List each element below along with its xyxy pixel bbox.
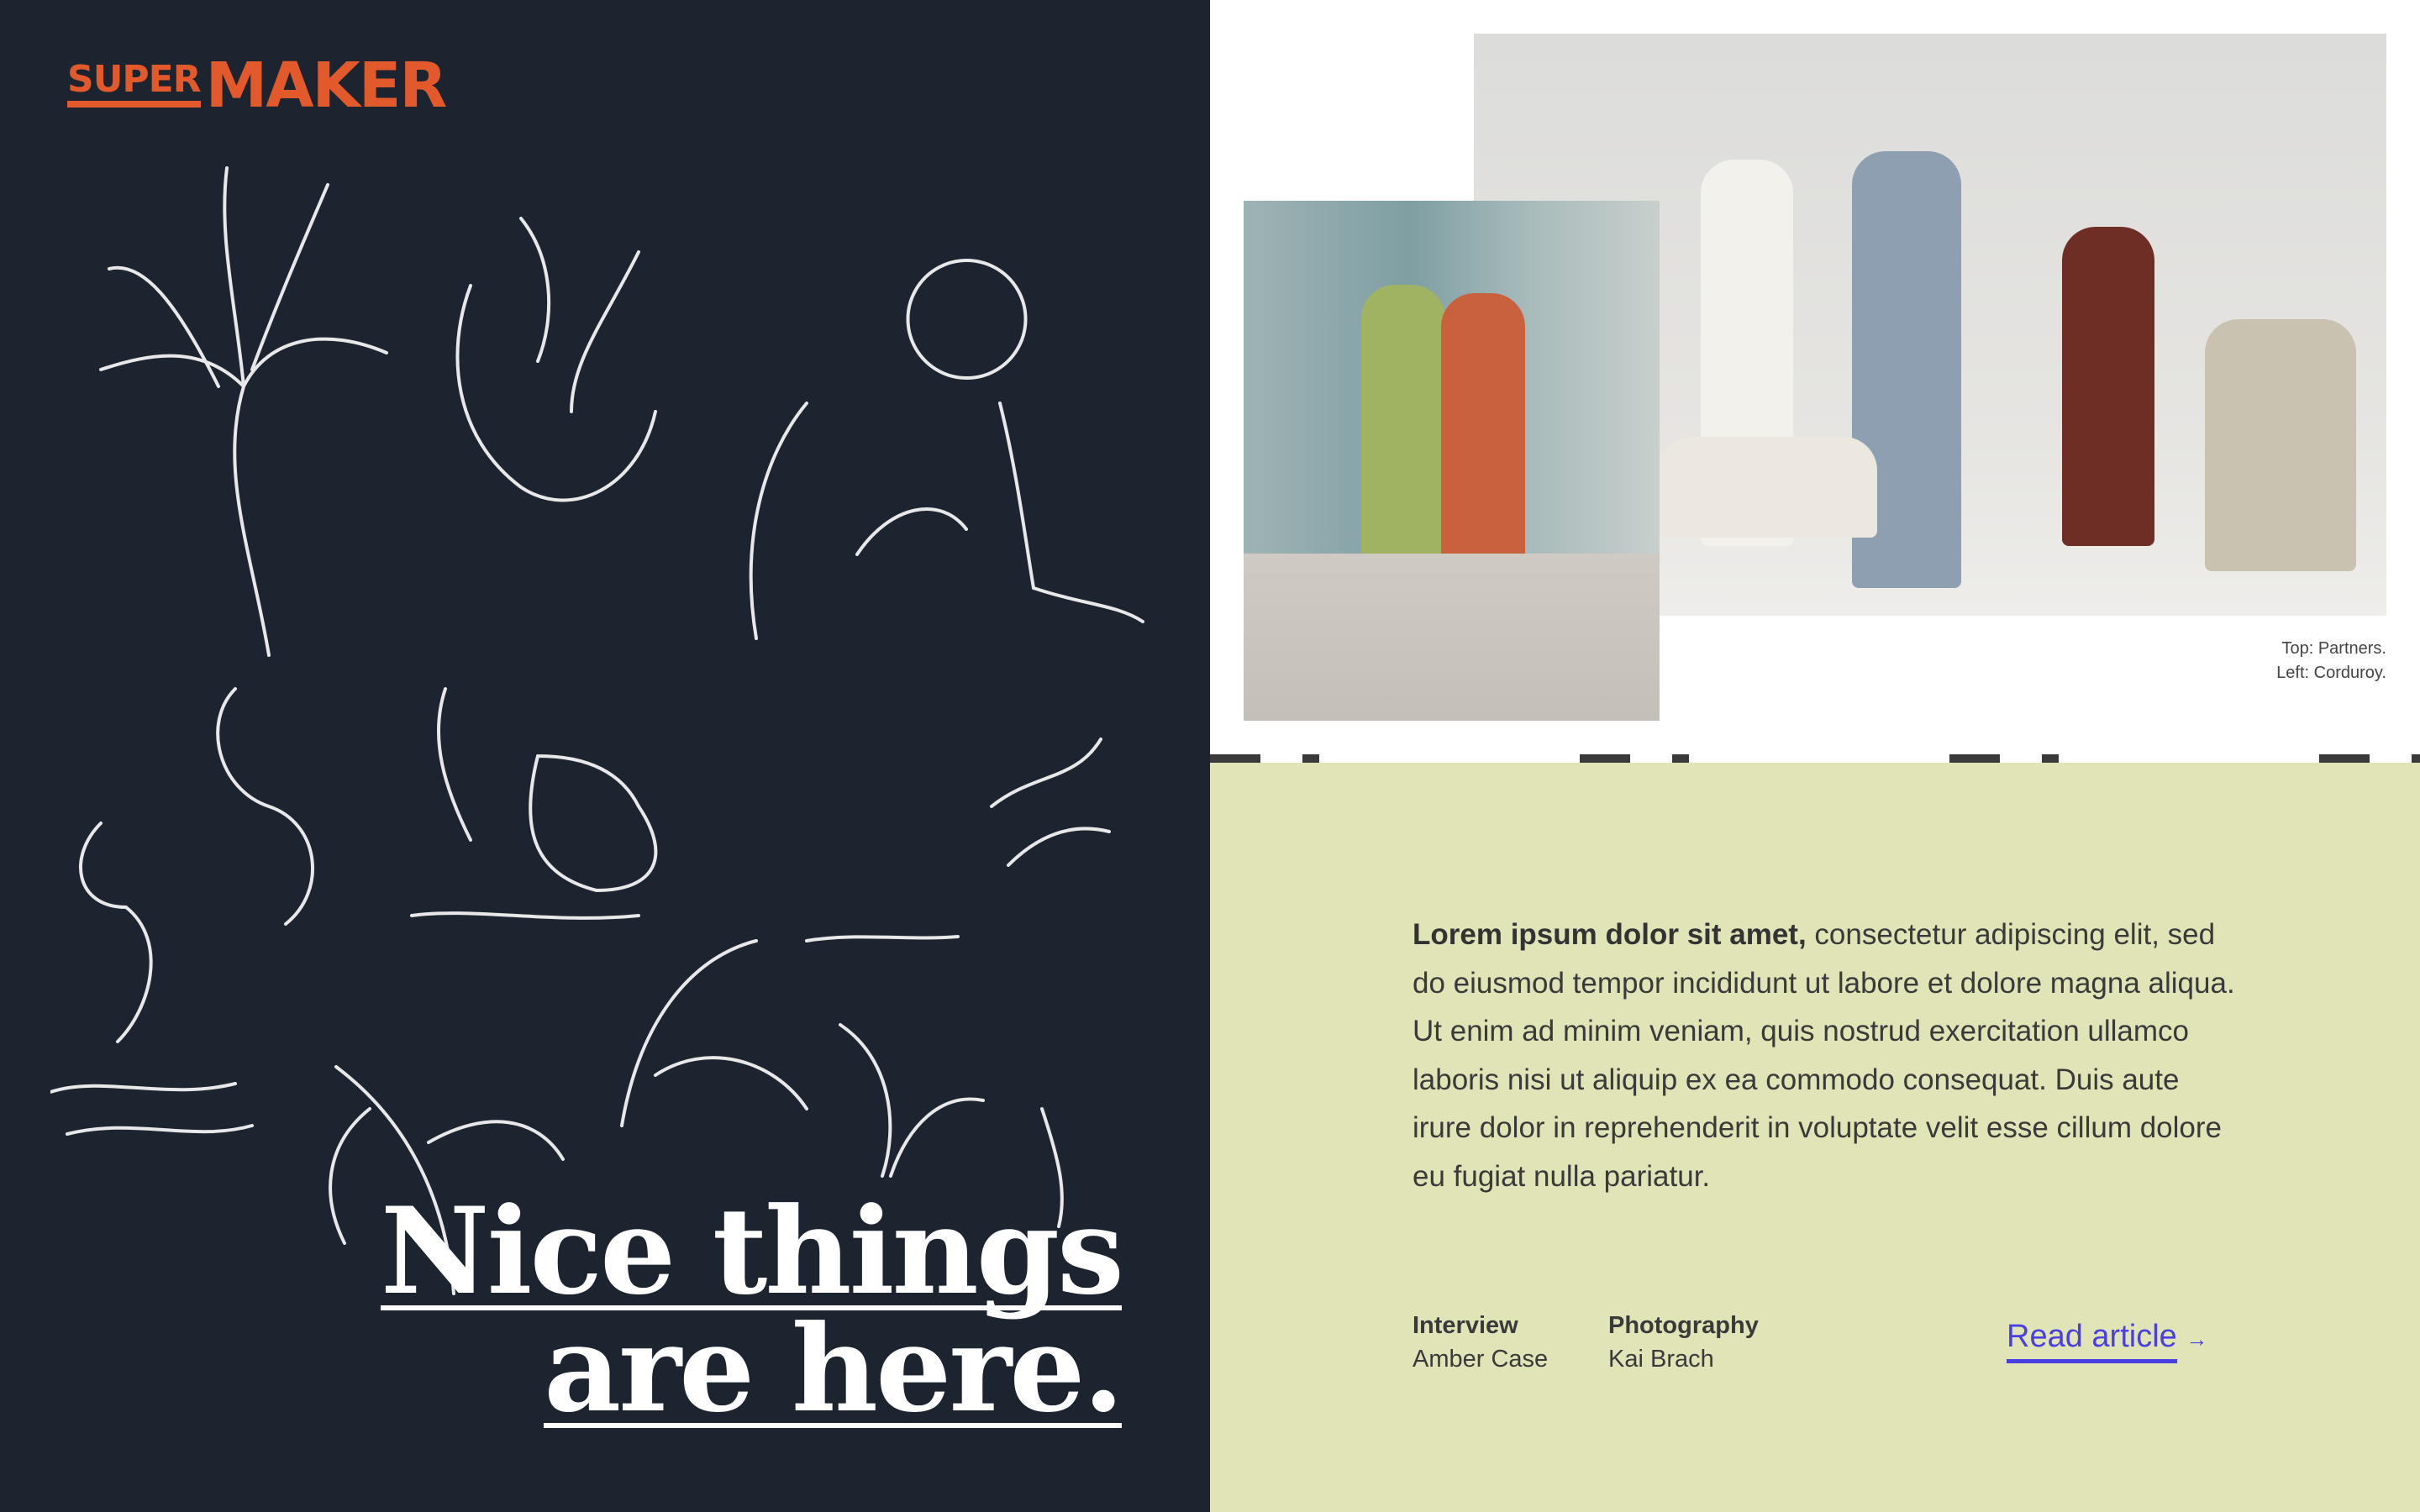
read-article-link[interactable]: Read article → xyxy=(2007,1319,2208,1363)
credit-name: Kai Brach xyxy=(1608,1346,1714,1373)
pavement xyxy=(1244,554,1660,721)
article-text: consectetur adipiscing elit, sed do eius… xyxy=(1413,918,2235,1193)
article-body: Lorem ipsum dolor sit amet, consectetur … xyxy=(1413,911,2236,1200)
arrow-right-icon: → xyxy=(2186,1326,2208,1352)
credit-role: Photography xyxy=(1608,1312,1759,1339)
headline-line-2: are here. xyxy=(544,1299,1124,1439)
logo-super: SUPER xyxy=(67,61,202,108)
headline-line-1: Nice things xyxy=(380,1182,1124,1321)
figure xyxy=(2205,319,2356,571)
figure xyxy=(2062,227,2154,546)
headline: Nice things are here. xyxy=(380,1182,1124,1439)
credit-name: Amber Case xyxy=(1413,1346,1549,1373)
photo-caption: Top: Partners. Left: Corduroy. xyxy=(2276,637,2386,685)
caption-top: Top: Partners. xyxy=(2281,639,2386,658)
credit-photography: Photography Kai Brach xyxy=(1608,1309,1759,1376)
figure xyxy=(1659,437,1877,538)
credit-role: Interview xyxy=(1413,1312,1518,1339)
hero-panel: SUPER MAKER Nice things are here. xyxy=(0,0,1210,1512)
article-lead: Lorem ipsum dolor sit amet, xyxy=(1413,918,1807,951)
supermaker-logo[interactable]: SUPER MAKER xyxy=(67,50,448,122)
photo-corduroy xyxy=(1244,201,1660,721)
logo-maker: MAKER xyxy=(205,50,448,122)
credit-interview: Interview Amber Case xyxy=(1413,1309,1548,1376)
read-article-label: Read article xyxy=(2007,1319,2177,1363)
caption-left: Left: Corduroy. xyxy=(2276,664,2386,682)
